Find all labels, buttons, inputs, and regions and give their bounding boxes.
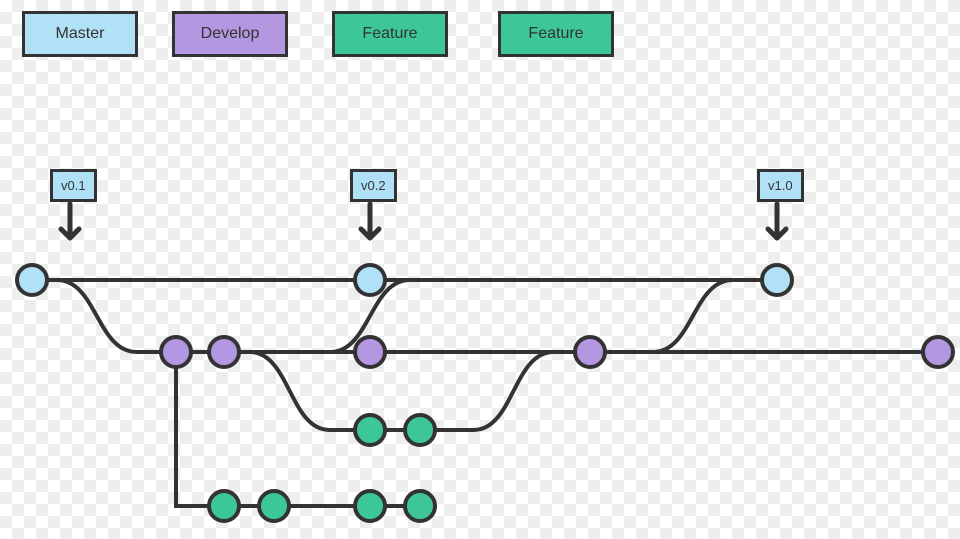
commit-node [923,337,953,367]
tag-v02-text: v0.2 [361,178,386,193]
tag-arrow-head [361,229,379,238]
tag-v02: v0.2 [350,169,397,202]
tag-v10: v1.0 [757,169,804,202]
commit-node [209,337,239,367]
branch-feature2-text: Feature [528,25,583,42]
edge [590,280,777,352]
commit-node [762,265,792,295]
branch-master-text: Master [56,25,105,42]
commit-node [405,491,435,521]
tag-arrow-head [768,229,786,238]
edge [176,352,224,506]
edge [32,280,176,352]
branch-feature2-label: Feature [498,11,614,57]
commit-node [161,337,191,367]
edge [224,352,370,430]
tag-v01: v0.1 [50,169,97,202]
edge [330,280,410,352]
branch-master-label: Master [22,11,138,57]
branch-develop-label: Develop [172,11,288,57]
commit-node [209,491,239,521]
commit-node [355,265,385,295]
tag-v01-text: v0.1 [61,178,86,193]
tag-v10-text: v1.0 [768,178,793,193]
commit-node [355,415,385,445]
commit-node [405,415,435,445]
commit-node [259,491,289,521]
tag-arrow-head [61,229,79,238]
commit-node [17,265,47,295]
branch-develop-text: Develop [201,25,260,42]
commit-node [355,337,385,367]
commit-node [355,491,385,521]
git-flow-graph [0,0,960,539]
branch-feature1-text: Feature [362,25,417,42]
commit-node [575,337,605,367]
edge [420,352,590,430]
branch-feature1-label: Feature [332,11,448,57]
